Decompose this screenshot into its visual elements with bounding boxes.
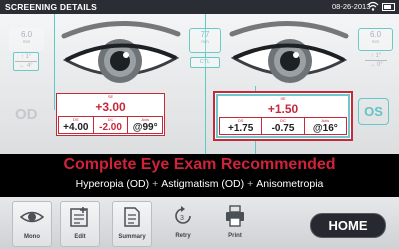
od-spherical-equivalent: SE +3.00 (95, 94, 126, 114)
pupillary-distance: 77 mm (189, 28, 221, 53)
summary-button[interactable]: Summary (112, 201, 152, 247)
condition-separator: + (247, 178, 254, 190)
os-ds-cell: DS +1.75 (219, 117, 263, 135)
recommendation-heading: Complete Eye Exam Recommended (63, 156, 336, 173)
recommendation-banner: Complete Eye Exam Recommended Hyperopia … (0, 154, 399, 197)
od-eye-illustration (60, 18, 182, 92)
print-button[interactable]: Print (216, 201, 254, 245)
condition-item: Hyperopia (OD) (75, 178, 150, 190)
od-dc-cell: DC -2.00 (92, 116, 129, 134)
status-bar: SCREENING DETAILS 08-26-2013 (0, 0, 399, 14)
edit-icon (68, 205, 92, 229)
ctl-indicator: CTL (190, 57, 220, 68)
mono-button[interactable]: Mono (12, 201, 52, 247)
os-spherical-equivalent: SE +1.50 (267, 96, 299, 116)
edit-button[interactable]: Edit (60, 201, 100, 247)
os-pupil-size: 6.0 mm (358, 28, 393, 51)
print-icon (223, 204, 247, 228)
home-button[interactable]: HOME (310, 213, 386, 238)
condition-item: Astigmatism (OD) (161, 178, 245, 190)
condition-list: Hyperopia (OD) + Astigmatism (OD) + Anisomet… (0, 178, 399, 190)
od-ds-cell: DS +4.00 (58, 116, 94, 134)
od-axis-cell: Axis @99° (127, 116, 164, 134)
date-display: 08-26-2013 (332, 2, 371, 11)
page-title: SCREENING DETAILS (5, 2, 98, 12)
os-eye-illustration (228, 18, 350, 92)
os-dc-cell: DC -0.75 (261, 117, 305, 135)
od-prescription[interactable]: SE +3.00 DS +4.00 DC -2.00 Axis @99° (56, 93, 165, 136)
os-gaze-offset: ↑ 1° → 0° (364, 52, 388, 69)
wifi-icon (367, 1, 379, 14)
od-eye-label: OD (15, 106, 38, 123)
retry-button[interactable]: 3 Retry (164, 201, 202, 245)
svg-text:3: 3 (180, 215, 184, 222)
condition-item: Anisometropia (256, 178, 324, 190)
os-eye-label[interactable]: OS (358, 98, 389, 125)
od-gaze-offset: ↑ 1° ← 4° (13, 52, 39, 71)
condition-separator: + (152, 178, 159, 190)
os-axis-cell: Axis @16° (303, 117, 347, 135)
battery-icon (382, 3, 395, 11)
eye-icon (19, 205, 45, 229)
guide-line-left (54, 14, 55, 110)
eye-view: 6.0 mm ↑ 1° ← 4° OD 6.0 mm ↑ 1° → 0° OS … (0, 14, 399, 249)
od-pupil-size: 6.0 mm (9, 28, 44, 51)
retry-icon: 3 (171, 204, 195, 228)
summary-icon (120, 205, 144, 229)
os-prescription[interactable]: SE +1.50 DS +1.75 DC -0.75 Axis @16° (213, 91, 353, 141)
